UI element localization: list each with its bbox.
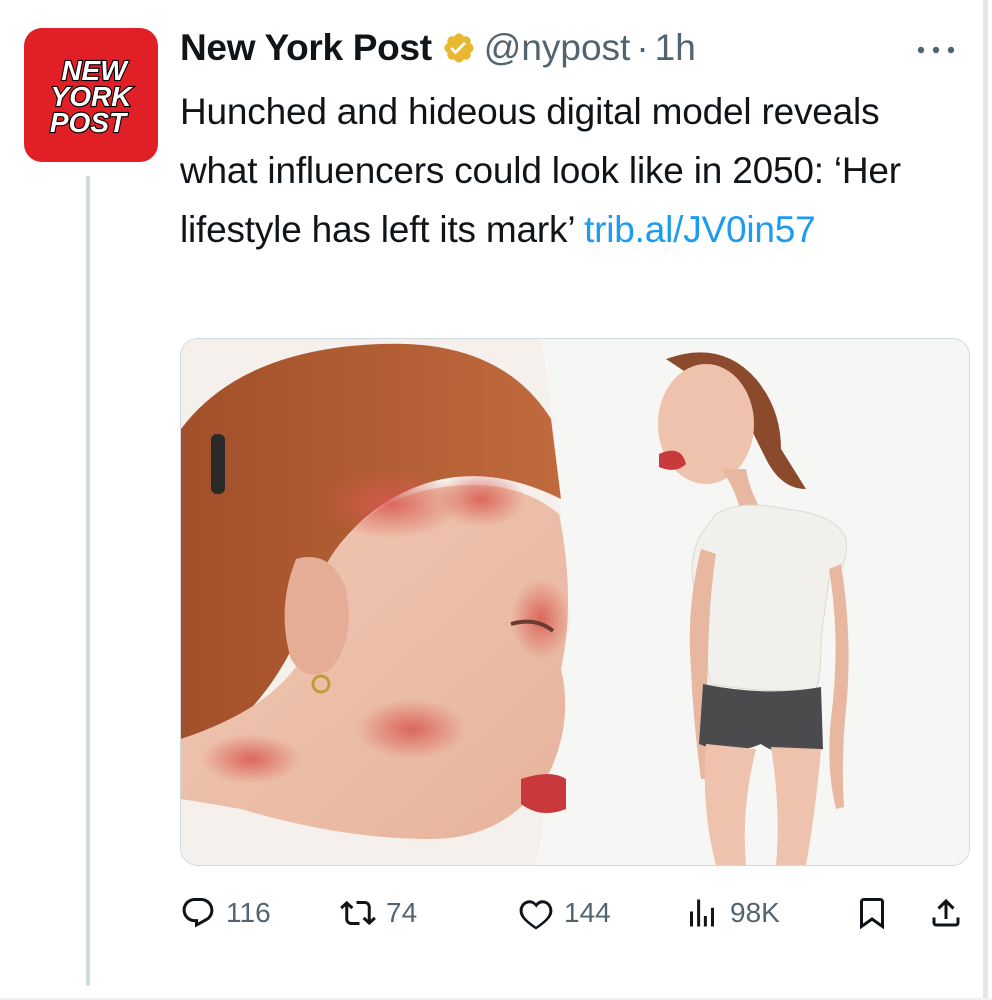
header-separator: · [636,27,649,68]
tweet-link[interactable]: trib.al/JV0in57 [584,209,816,250]
scrollbar-thumb[interactable] [983,0,988,1000]
share-button[interactable] [928,888,964,938]
retweet-button[interactable]: 74 [340,888,417,938]
retweet-count: 74 [386,897,418,928]
reply-count: 116 [226,897,271,928]
heart-icon [519,900,553,930]
retweet-icon [340,900,376,926]
account-name[interactable]: New York Post [180,27,432,69]
views-button[interactable]: 98K [684,888,780,938]
verified-badge-icon[interactable] [442,31,476,65]
account-handle[interactable]: @nypost [484,27,631,69]
tweet-body: Hunched and hideous digital model reveal… [180,82,940,259]
tweet-media[interactable] [180,338,970,866]
tweet-time[interactable]: 1h [655,27,696,69]
avatar[interactable]: NEW YORK POST [24,28,158,162]
scrollbar-track[interactable] [978,0,992,1000]
views-bar-chart-icon [690,899,714,927]
reply-button[interactable]: 116 [180,888,271,938]
share-upload-icon [932,898,960,927]
tweet-header: New York Post @nypost · 1h [180,22,940,74]
like-button[interactable]: 144 [518,888,611,938]
nypost-logo-icon: NEW YORK POST [49,54,135,139]
avatar-line-3: POST [50,107,129,138]
like-count: 144 [564,897,611,928]
more-horizontal-icon[interactable] [916,30,956,64]
tweet-actions-bar: 116 74 144 98K [180,888,970,938]
bookmark-button[interactable] [854,888,890,938]
thread-connector-line [86,176,90,986]
reply-bubble-icon [182,898,214,928]
bookmark-icon [860,898,884,930]
views-count: 98K [730,897,780,928]
close-up-face-image [181,339,571,865]
